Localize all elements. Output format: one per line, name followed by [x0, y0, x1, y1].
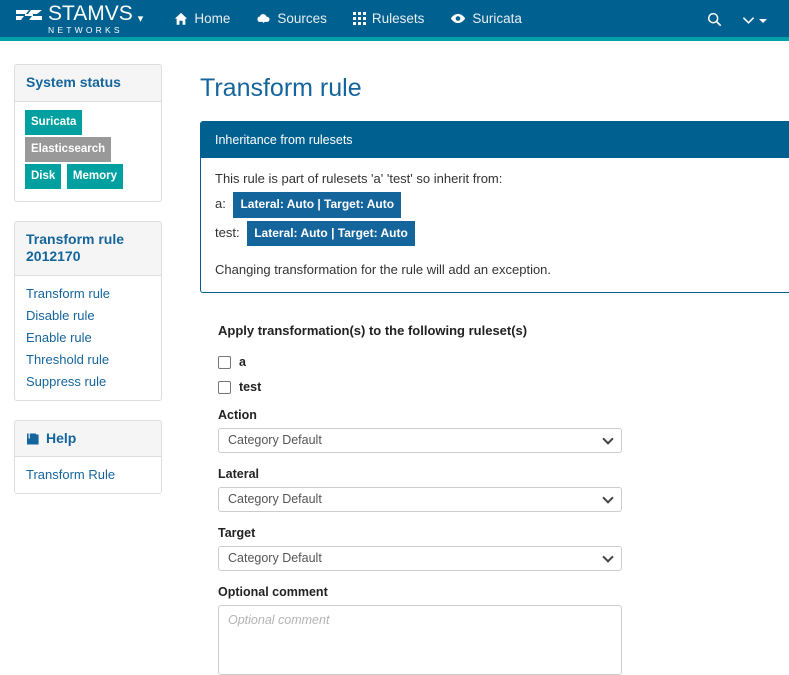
inheritance-note: Changing transformation for the rule wil…	[215, 262, 552, 278]
sidebar-item-disable-rule[interactable]: Disable rule	[15, 305, 161, 327]
inheritance-panel-body: This rule is part of rulesets 'a' 'test'…	[201, 158, 789, 292]
status-badge[interactable]: Suricata	[25, 109, 83, 135]
transform-rule-actions-list: Transform rule Disable rule Enable rule …	[15, 276, 161, 400]
inheritance-row: test: Lateral: Auto | Target: Auto	[215, 220, 789, 247]
field-target: Target Category Default	[218, 526, 622, 572]
label-action: Action	[218, 408, 257, 423]
page-body: System status Suricata Elasticsearch Dis…	[0, 45, 789, 675]
chevron-down-icon	[742, 13, 755, 28]
nav-label-sources: Sources	[277, 11, 327, 26]
inheritance-panel-header: Inheritance from rulesets	[201, 122, 789, 158]
optional-comment-input[interactable]: Optional comment	[218, 605, 622, 675]
page-title: Transform rule	[200, 74, 362, 102]
checkbox-ruleset-a[interactable]	[218, 355, 231, 369]
nav-label-home: Home	[194, 11, 231, 26]
sidebar-item-threshold-rule[interactable]: Threshold rule	[15, 349, 161, 371]
checkbox-row-a[interactable]: a	[218, 355, 622, 369]
sidebar-item-suppress-rule[interactable]: Suppress rule	[15, 371, 161, 393]
label-target: Target	[218, 526, 256, 541]
select-lateral[interactable]: Category Default	[218, 487, 622, 513]
search-icon	[707, 12, 722, 30]
nav-item-suricata[interactable]: Suricata	[437, 0, 535, 39]
system-status-body: Suricata Elasticsearch Disk Memory	[15, 102, 161, 201]
brand-name: STAMVS	[48, 1, 133, 25]
user-menu-button[interactable]	[732, 0, 777, 41]
brand-subtitle: NETWORKS	[48, 24, 123, 35]
panel-help: Help Transform Rule	[14, 419, 162, 495]
nav-item-sources[interactable]: Sources	[243, 0, 340, 39]
help-panel-title: Help	[15, 420, 161, 458]
inheritance-ruleset-key: test:	[215, 224, 240, 240]
help-links-list: Transform Rule	[15, 457, 161, 493]
chevron-down-icon	[602, 492, 614, 505]
panel-system-status: System status Suricata Elasticsearch Dis…	[14, 64, 162, 202]
form-section-title: Apply transformation(s) to the following…	[218, 323, 528, 339]
navbar-right-actions	[697, 0, 777, 41]
sidebar: System status Suricata Elasticsearch Dis…	[14, 64, 162, 513]
select-action[interactable]: Category Default	[218, 428, 622, 454]
nav-label-suricata: Suricata	[472, 11, 522, 26]
brand-text: STAMVS NETWORKS	[48, 3, 133, 35]
inheritance-row: a: Lateral: Auto | Target: Auto	[215, 192, 789, 218]
inheritance-ruleset-key: a:	[215, 196, 226, 212]
inheritance-badge: Lateral: Auto | Target: Auto	[247, 220, 415, 247]
caret-down-icon	[759, 18, 767, 23]
select-action-value: Category Default	[228, 433, 322, 448]
nav-label-rulesets: Rulesets	[371, 11, 425, 26]
label-lateral: Lateral	[218, 467, 259, 482]
status-badge-group: Suricata Elasticsearch Disk Memory	[25, 109, 151, 191]
brand-logo-link[interactable]: STAMVS NETWORKS ▾	[14, 0, 143, 39]
stamus-logo-icon	[14, 7, 44, 30]
grid-icon	[352, 12, 366, 25]
field-optional-comment: Optional comment Optional comment	[218, 585, 622, 675]
sidebar-item-transform-rule[interactable]: Transform rule	[15, 283, 161, 305]
chevron-down-icon	[602, 433, 614, 446]
inheritance-panel: Inheritance from rulesets This rule is p…	[200, 121, 789, 294]
select-target[interactable]: Category Default	[218, 546, 622, 572]
checkbox-label-a[interactable]: a	[239, 355, 246, 369]
top-navbar: STAMVS NETWORKS ▾ Home Sources Rulesets …	[0, 0, 789, 41]
home-icon	[174, 12, 188, 26]
cloud-download-icon	[256, 12, 271, 26]
help-link-transform-rule[interactable]: Transform Rule	[15, 464, 161, 486]
label-optional-comment: Optional comment	[218, 585, 328, 600]
checkbox-row-test[interactable]: test	[218, 380, 622, 394]
search-button[interactable]	[697, 0, 732, 41]
transform-form: Apply transformation(s) to the following…	[218, 323, 622, 675]
main-content: Transform rule Inheritance from rulesets…	[188, 45, 789, 675]
checkbox-ruleset-test[interactable]	[218, 380, 231, 394]
select-lateral-value: Category Default	[228, 492, 322, 507]
eye-icon	[450, 12, 466, 25]
field-lateral: Lateral Category Default	[218, 467, 622, 513]
nav-links: Home Sources Rulesets Suricata	[161, 0, 535, 39]
status-badge[interactable]: Disk	[25, 163, 62, 189]
checkbox-label-test[interactable]: test	[239, 380, 261, 394]
panel-transform-rule: Transform rule 2012170 Transform rule Di…	[14, 220, 162, 401]
status-badge[interactable]: Memory	[66, 163, 124, 189]
book-icon	[26, 432, 40, 446]
system-status-title: System status	[15, 65, 161, 102]
nav-item-home[interactable]: Home	[161, 0, 243, 39]
inheritance-intro-text: This rule is part of rulesets 'a' 'test'…	[215, 171, 503, 186]
transform-rule-panel-title: Transform rule 2012170	[15, 221, 161, 276]
field-action: Action Category Default	[218, 408, 622, 454]
chevron-down-icon[interactable]: ▾	[138, 12, 144, 25]
select-target-value: Category Default	[228, 551, 322, 566]
chevron-down-icon	[602, 551, 614, 564]
help-panel-label: Help	[46, 429, 77, 446]
status-badge[interactable]: Elasticsearch	[25, 136, 112, 162]
inheritance-badge: Lateral: Auto | Target: Auto	[233, 192, 402, 218]
sidebar-item-enable-rule[interactable]: Enable rule	[15, 327, 161, 349]
nav-item-rulesets[interactable]: Rulesets	[340, 0, 438, 39]
